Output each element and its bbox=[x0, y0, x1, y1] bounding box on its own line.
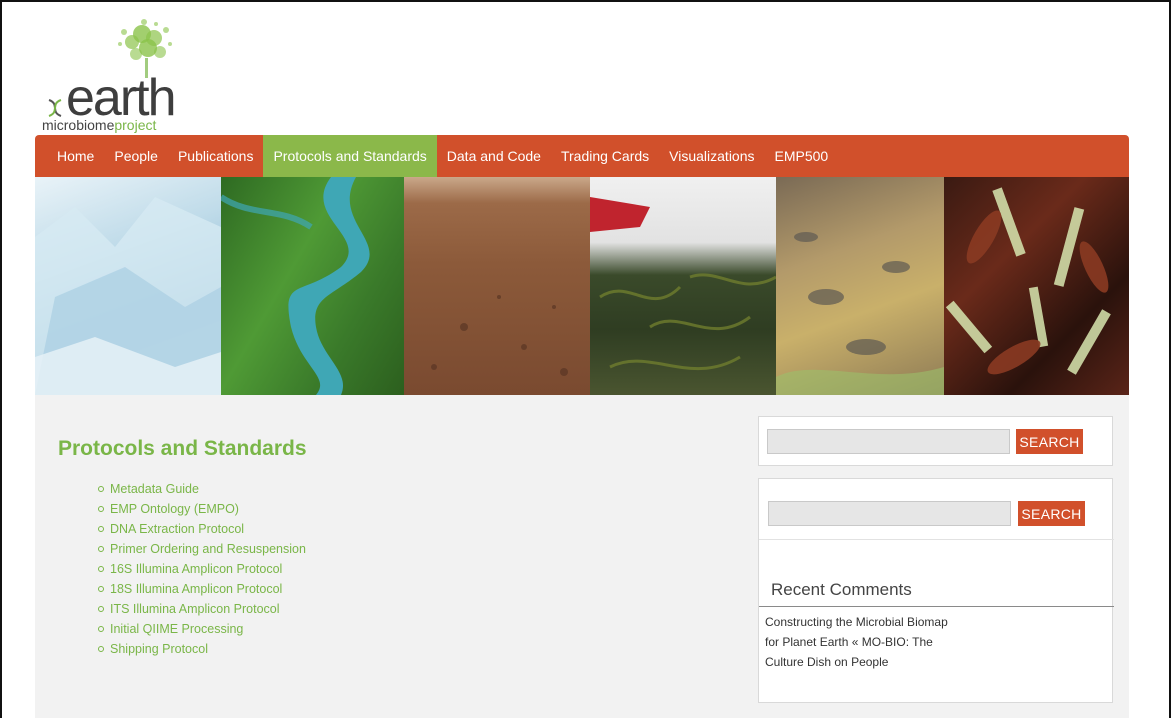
recent-comments-divider bbox=[759, 606, 1114, 607]
bullet-icon bbox=[98, 605, 104, 612]
recent-comment-entry: Constructing the Microbial Biomap for Pl… bbox=[765, 612, 955, 672]
protocol-link-16s-illumina[interactable]: 16S Illumina Amplicon Protocol bbox=[98, 559, 306, 579]
protocol-link-its-illumina[interactable]: ITS Illumina Amplicon Protocol bbox=[98, 599, 306, 619]
nav-item-protocols-and-standards[interactable]: Protocols and Standards bbox=[263, 135, 437, 177]
widget-divider bbox=[759, 539, 1114, 540]
search-input-1[interactable] bbox=[767, 429, 1010, 454]
protocol-link-metadata-guide[interactable]: Metadata Guide bbox=[98, 479, 306, 499]
protocol-link-dna-extraction[interactable]: DNA Extraction Protocol bbox=[98, 519, 306, 539]
bullet-icon bbox=[98, 625, 104, 632]
protocol-link-label: Metadata Guide bbox=[110, 482, 199, 496]
nav-item-publications[interactable]: Publications bbox=[168, 135, 264, 177]
bullet-icon bbox=[98, 545, 104, 552]
protocol-link-primer-ordering[interactable]: Primer Ordering and Resuspension bbox=[98, 539, 306, 559]
protocol-link-label: Primer Ordering and Resuspension bbox=[110, 542, 306, 556]
bullet-icon bbox=[98, 485, 104, 492]
search-button-1[interactable]: SEARCH bbox=[1016, 429, 1083, 454]
protocol-link-shipping[interactable]: Shipping Protocol bbox=[98, 639, 306, 659]
protocol-link-label: ITS Illumina Amplicon Protocol bbox=[110, 602, 280, 616]
nav-item-trading-cards[interactable]: Trading Cards bbox=[551, 135, 659, 177]
banner-river-image bbox=[221, 177, 404, 395]
page-title: Protocols and Standards bbox=[58, 437, 307, 460]
protocol-link-initial-qiime[interactable]: Initial QIIME Processing bbox=[98, 619, 306, 639]
main-nav: Home People Publications Protocols and S… bbox=[35, 135, 1129, 177]
protocol-list: Metadata Guide EMP Ontology (EMPO) DNA E… bbox=[98, 479, 306, 659]
nav-item-data-and-code[interactable]: Data and Code bbox=[437, 135, 551, 177]
protocol-link-label: Initial QIIME Processing bbox=[110, 622, 244, 636]
logo-subtitle: microbiomeproject bbox=[42, 117, 156, 133]
comment-post-link[interactable]: People bbox=[851, 655, 888, 669]
bullet-icon bbox=[98, 565, 104, 572]
search-button-2[interactable]: SEARCH bbox=[1018, 501, 1085, 526]
banner-mars-image bbox=[404, 177, 590, 395]
search-input-2[interactable] bbox=[768, 501, 1011, 526]
bullet-icon bbox=[98, 585, 104, 592]
protocol-link-emp-ontology[interactable]: EMP Ontology (EMPO) bbox=[98, 499, 306, 519]
bullet-icon bbox=[98, 505, 104, 512]
protocol-link-label: 18S Illumina Amplicon Protocol bbox=[110, 582, 283, 596]
bullet-icon bbox=[98, 645, 104, 652]
logo-subtitle-part1: microbiome bbox=[42, 117, 115, 133]
protocol-link-label: 16S Illumina Amplicon Protocol bbox=[110, 562, 283, 576]
content-area: Protocols and Standards Metadata Guide E… bbox=[35, 395, 1129, 718]
protocol-link-label: DNA Extraction Protocol bbox=[110, 522, 245, 536]
nav-item-home[interactable]: Home bbox=[47, 135, 104, 177]
header-banner bbox=[35, 177, 1129, 395]
protocol-link-18s-illumina[interactable]: 18S Illumina Amplicon Protocol bbox=[98, 579, 306, 599]
banner-ice-image bbox=[35, 177, 221, 395]
nav-item-visualizations[interactable]: Visualizations bbox=[659, 135, 764, 177]
sidebar-widget-2: SEARCH Recent Comments Constructing the … bbox=[758, 478, 1114, 703]
banner-microbes-image bbox=[944, 177, 1129, 395]
nav-item-emp500[interactable]: EMP500 bbox=[765, 135, 839, 177]
nav-item-people[interactable]: People bbox=[104, 135, 168, 177]
bullet-icon bbox=[98, 525, 104, 532]
search-widget-1: SEARCH bbox=[758, 416, 1113, 466]
banner-seaweed-image bbox=[590, 177, 776, 395]
dna-icon bbox=[48, 99, 62, 117]
recent-comments-title: Recent Comments bbox=[771, 580, 912, 599]
protocol-link-label: EMP Ontology (EMPO) bbox=[110, 502, 239, 516]
site-logo[interactable]: earth microbiomeproject bbox=[42, 14, 202, 133]
banner-mudflat-image bbox=[776, 177, 944, 395]
comment-on-word: on bbox=[834, 655, 848, 669]
protocol-link-label: Shipping Protocol bbox=[110, 642, 208, 656]
logo-subtitle-part2: project bbox=[114, 117, 157, 133]
